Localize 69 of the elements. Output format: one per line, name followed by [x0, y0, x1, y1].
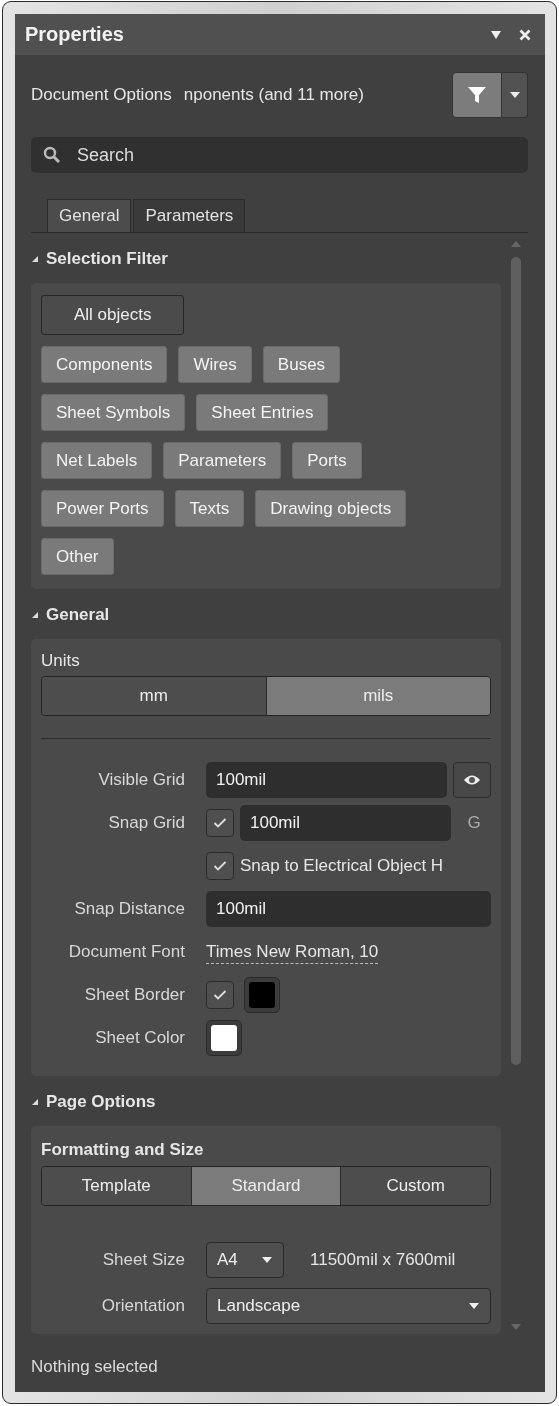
shortcut-key: G — [457, 813, 491, 833]
field-label: Sheet Size — [101, 1250, 185, 1270]
text-field[interactable]: 100mil — [240, 805, 451, 841]
caret-icon — [31, 611, 39, 619]
text-field[interactable]: 100mil — [206, 891, 491, 927]
format-option[interactable]: Standard — [191, 1167, 342, 1205]
color-swatch[interactable] — [244, 977, 280, 1013]
field-label: Sheet Color — [94, 1028, 185, 1048]
dropdown[interactable]: A4 — [206, 1242, 284, 1278]
check-icon — [213, 989, 227, 1001]
color-swatch[interactable] — [206, 1020, 242, 1056]
text-field[interactable]: 100mil — [206, 762, 447, 798]
field-label: Orientation — [100, 1296, 185, 1316]
check-icon — [213, 860, 227, 872]
field-label: Snap Distance — [73, 899, 185, 919]
filter-toggle[interactable]: Other — [41, 538, 114, 575]
checkbox[interactable] — [206, 981, 234, 1009]
field-label: Document Font — [67, 942, 185, 962]
context-label: Document Options — [31, 85, 172, 105]
field-label: Snap Grid — [107, 813, 185, 833]
filter-toggle[interactable]: Components — [41, 346, 168, 383]
scrollbar-thumb[interactable] — [511, 257, 521, 1065]
section-header[interactable]: Page Options — [31, 1076, 501, 1126]
close-icon[interactable] — [519, 28, 531, 41]
filter-dropdown-button[interactable] — [502, 72, 528, 118]
section-header[interactable]: General — [31, 589, 501, 639]
filter-toggle[interactable]: Buses — [262, 346, 341, 383]
eye-icon — [463, 774, 481, 786]
checkbox-label[interactable]: Snap to Electrical Object H — [240, 856, 444, 876]
search-icon — [43, 146, 61, 164]
filter-toggle[interactable]: Sheet Entries — [196, 394, 329, 431]
checkbox[interactable] — [206, 809, 234, 837]
field-label: Sheet Border — [83, 985, 185, 1005]
visibility-button[interactable] — [453, 762, 491, 798]
section-header[interactable]: Selection Filter — [31, 233, 501, 283]
dropdown-icon[interactable] — [490, 29, 502, 40]
caret-icon — [31, 1098, 39, 1106]
filter-toggle[interactable]: Ports — [292, 442, 362, 479]
filter-toggle[interactable]: Sheet Symbols — [41, 394, 186, 431]
filter-toggle[interactable]: All objects — [41, 295, 185, 335]
subsection-title: Formatting and Size — [41, 1140, 205, 1160]
check-icon — [213, 817, 227, 829]
filter-toggle[interactable]: Net Labels — [41, 442, 153, 479]
format-option[interactable]: Template — [42, 1167, 192, 1205]
font-link[interactable]: Times New Roman, 10 — [206, 940, 379, 964]
filter-summary: nponents (and 11 more) — [183, 85, 364, 105]
filter-toggle[interactable]: Parameters — [163, 442, 282, 479]
units-option[interactable]: mm — [42, 677, 267, 715]
caret-icon — [261, 1256, 273, 1264]
size-info: 11500mil x 7600mil — [310, 1250, 456, 1270]
filter-button[interactable] — [452, 72, 502, 118]
status-text: Nothing selected — [30, 1356, 159, 1378]
filter-toggle[interactable]: Power Ports — [41, 490, 164, 527]
units-label: Units — [41, 651, 81, 671]
caret-icon — [468, 1302, 480, 1310]
caret-icon — [508, 91, 521, 99]
units-option[interactable]: mils — [266, 677, 490, 715]
filter-toggle[interactable]: Wires — [178, 346, 252, 383]
funnel-icon — [467, 85, 487, 105]
tab[interactable]: General — [47, 199, 132, 232]
dropdown[interactable]: Landscape — [206, 1288, 491, 1324]
filter-toggle[interactable]: Drawing objects — [255, 490, 407, 527]
tab[interactable]: Parameters — [133, 199, 246, 232]
search-field[interactable]: Search — [31, 137, 528, 173]
filter-toggle[interactable]: Texts — [174, 490, 245, 527]
panel-title: Properties — [25, 23, 124, 46]
caret-icon — [31, 255, 39, 263]
field-label: Visible Grid — [97, 770, 185, 790]
checkbox[interactable] — [206, 852, 234, 880]
